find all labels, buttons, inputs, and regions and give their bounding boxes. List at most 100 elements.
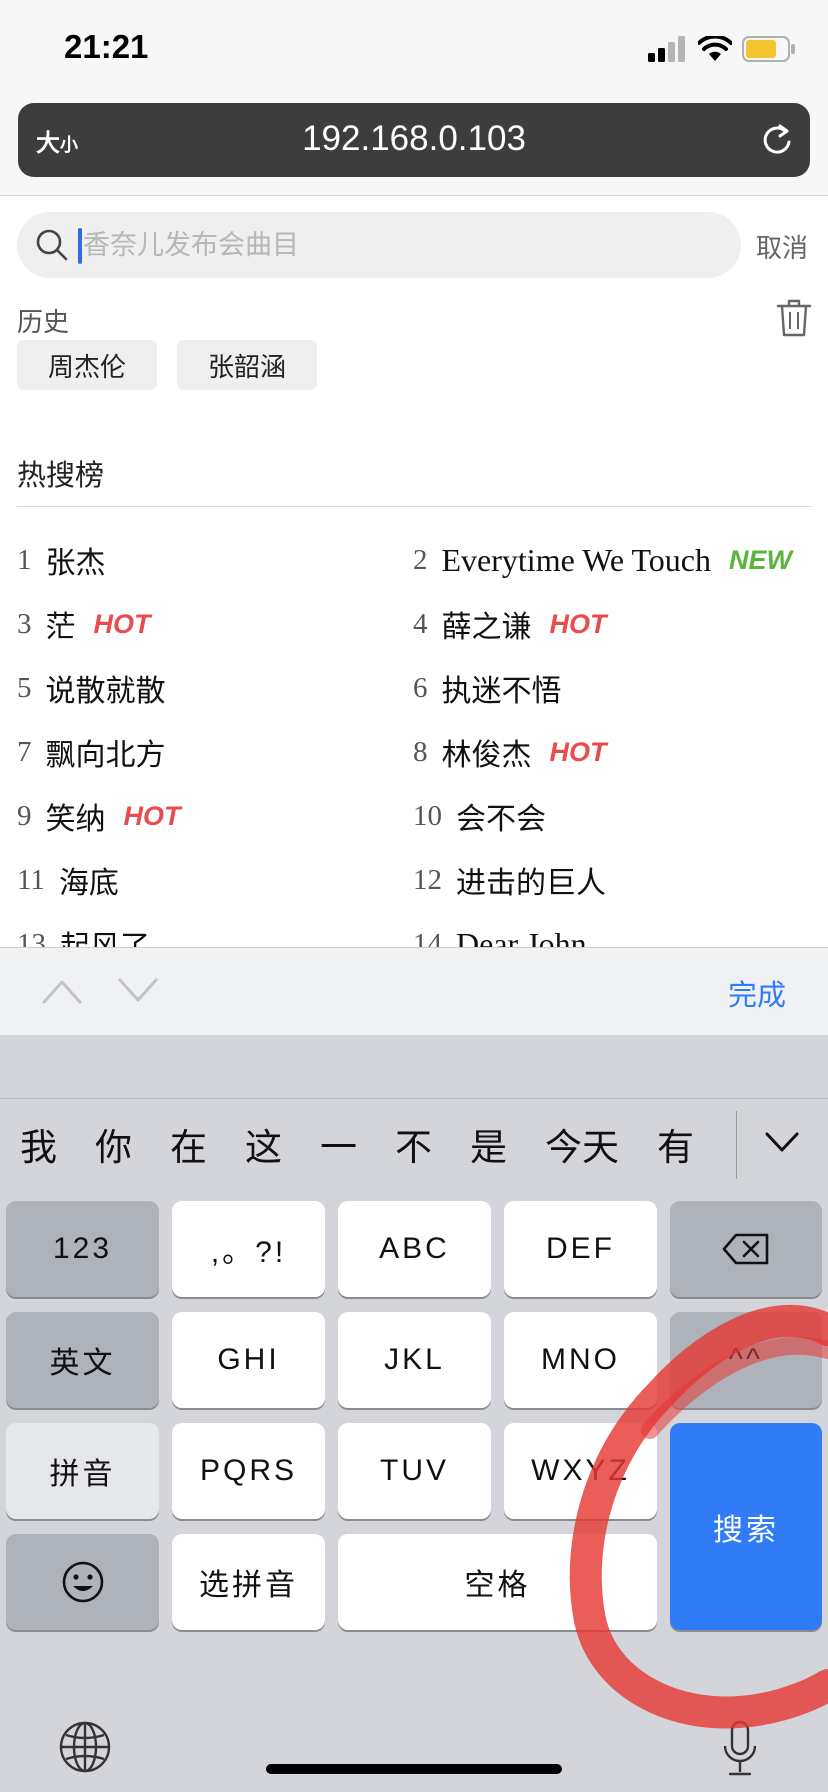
hot-badge: HOT <box>123 800 181 831</box>
hot-item[interactable]: 9 笑纳 HOT <box>17 784 181 848</box>
microphone-icon[interactable] <box>720 1720 760 1778</box>
address-bar[interactable]: 大小 192.168.0.103 <box>18 103 810 177</box>
hot-item[interactable]: 10 会不会 <box>413 784 546 848</box>
keyboard: 我 你 在 这 一 不 是 今天 有 123 ,。?! ABC DEF 英文 G… <box>0 1035 828 1792</box>
reload-icon[interactable] <box>758 121 796 159</box>
keyboard-bottom-bar <box>0 1680 828 1792</box>
url-text[interactable]: 192.168.0.103 <box>18 119 810 159</box>
hot-name: 笑纳 <box>45 802 106 837</box>
candidate[interactable]: 有 <box>657 1117 694 1171</box>
key-label: ^^ <box>728 1343 764 1376</box>
hot-badge: HOT <box>549 736 607 767</box>
key-label: JKL <box>384 1343 445 1376</box>
backspace-key[interactable] <box>670 1201 822 1297</box>
hot-item[interactable]: 11 海底 <box>17 848 119 912</box>
key-english[interactable]: 英文 <box>6 1312 159 1408</box>
wifi-icon <box>698 36 732 61</box>
key-emoticon[interactable]: ^^ <box>670 1312 822 1408</box>
hot-item[interactable]: 14 Dear John <box>413 912 587 949</box>
search-box[interactable] <box>17 212 741 278</box>
key-tuv[interactable]: TUV <box>338 1423 491 1519</box>
hot-name: Dear John <box>456 925 587 949</box>
key-def[interactable]: DEF <box>504 1201 657 1297</box>
hot-name: 起风了 <box>60 930 150 948</box>
hot-item[interactable]: 6 执迷不悟 <box>413 656 562 720</box>
hot-item[interactable]: 13 起风了 <box>17 912 150 949</box>
key-mno[interactable]: MNO <box>504 1312 657 1408</box>
key-label: WXYZ <box>531 1454 630 1487</box>
key-abc[interactable]: ABC <box>338 1201 491 1297</box>
hot-item[interactable]: 8 林俊杰 HOT <box>413 720 607 784</box>
expand-candidates-icon[interactable] <box>764 1129 800 1155</box>
hot-rank: 9 <box>17 799 32 832</box>
previous-field-icon[interactable] <box>40 974 84 1008</box>
key-pinyin[interactable]: 拼音 <box>6 1423 159 1519</box>
key-ghi[interactable]: GHI <box>172 1312 325 1408</box>
key-label: 拼音 <box>49 1457 116 1492</box>
key-wxyz[interactable]: WXYZ <box>504 1423 657 1519</box>
hot-item[interactable]: 7 飘向北方 <box>17 720 166 784</box>
hot-item[interactable]: 5 说散就散 <box>17 656 166 720</box>
candidate[interactable]: 我 <box>20 1117 57 1171</box>
key-pqrs[interactable]: PQRS <box>172 1423 325 1519</box>
next-field-icon[interactable] <box>116 974 160 1008</box>
hot-rank: 8 <box>413 735 428 768</box>
hot-rank: 6 <box>413 671 428 704</box>
hot-rank: 10 <box>413 799 442 832</box>
hot-name: 飘向北方 <box>45 738 166 773</box>
candidate[interactable]: 今天 <box>545 1117 619 1171</box>
hot-name: 薛之谦 <box>441 610 532 645</box>
search-key[interactable]: 搜索 <box>670 1423 822 1630</box>
hot-name: 茫 <box>45 610 76 645</box>
done-button[interactable]: 完成 <box>728 972 786 1014</box>
search-icon <box>36 229 68 261</box>
hot-rank: 2 <box>413 543 428 576</box>
hot-rank: 12 <box>413 863 442 896</box>
globe-icon[interactable] <box>58 1720 112 1774</box>
key-123[interactable]: 123 <box>6 1201 159 1297</box>
backspace-icon <box>722 1233 769 1265</box>
hot-name: 会不会 <box>456 802 546 837</box>
key-label: 123 <box>52 1232 113 1265</box>
battery-icon <box>742 36 795 62</box>
key-label: 选拼音 <box>199 1568 298 1603</box>
hot-rank: 4 <box>413 607 428 640</box>
candidate[interactable]: 一 <box>320 1117 357 1171</box>
candidate[interactable]: 是 <box>470 1117 507 1171</box>
candidate[interactable]: 这 <box>245 1117 282 1171</box>
space-key[interactable]: 空格 <box>338 1534 657 1630</box>
hot-badge: HOT <box>93 608 151 639</box>
hot-badge: HOT <box>549 608 607 639</box>
hot-name: 林俊杰 <box>441 738 532 773</box>
hot-item[interactable]: 1 张杰 <box>17 528 106 592</box>
search-input[interactable] <box>83 220 703 270</box>
hot-name: 张杰 <box>45 546 106 581</box>
browser-bar: 大小 192.168.0.103 <box>0 100 828 196</box>
hot-item[interactable]: 4 薛之谦 HOT <box>413 592 607 656</box>
hot-rank: 14 <box>413 927 442 949</box>
candidate[interactable]: 不 <box>395 1117 432 1171</box>
hot-rank: 5 <box>17 671 32 704</box>
keyboard-accessory-bar: 完成 <box>0 947 828 1035</box>
cancel-button[interactable]: 取消 <box>756 228 808 265</box>
status-icons <box>648 36 796 62</box>
select-pinyin-key[interactable]: 选拼音 <box>172 1534 325 1630</box>
key-punctuation[interactable]: ,。?! <box>172 1201 325 1297</box>
key-label: 空格 <box>464 1568 531 1603</box>
key-label: ,。?! <box>210 1236 287 1269</box>
history-chip[interactable]: 周杰伦 <box>17 340 157 390</box>
history-chip[interactable]: 张韶涵 <box>177 340 317 390</box>
key-jkl[interactable]: JKL <box>338 1312 491 1408</box>
hot-rank: 1 <box>17 543 32 576</box>
trash-icon[interactable] <box>776 298 812 338</box>
emoji-key[interactable] <box>6 1534 159 1630</box>
hot-item[interactable]: 12 进击的巨人 <box>413 848 606 912</box>
hot-name: 海底 <box>58 866 119 901</box>
key-label: 英文 <box>49 1346 116 1381</box>
hot-item[interactable]: 2 Everytime We Touch NEW <box>413 528 792 592</box>
candidate[interactable]: 你 <box>95 1117 132 1171</box>
new-badge: NEW <box>728 544 792 575</box>
hot-search-title: 热搜榜 <box>17 458 105 492</box>
hot-item[interactable]: 3 茫 HOT <box>17 592 151 656</box>
candidate[interactable]: 在 <box>170 1117 207 1171</box>
